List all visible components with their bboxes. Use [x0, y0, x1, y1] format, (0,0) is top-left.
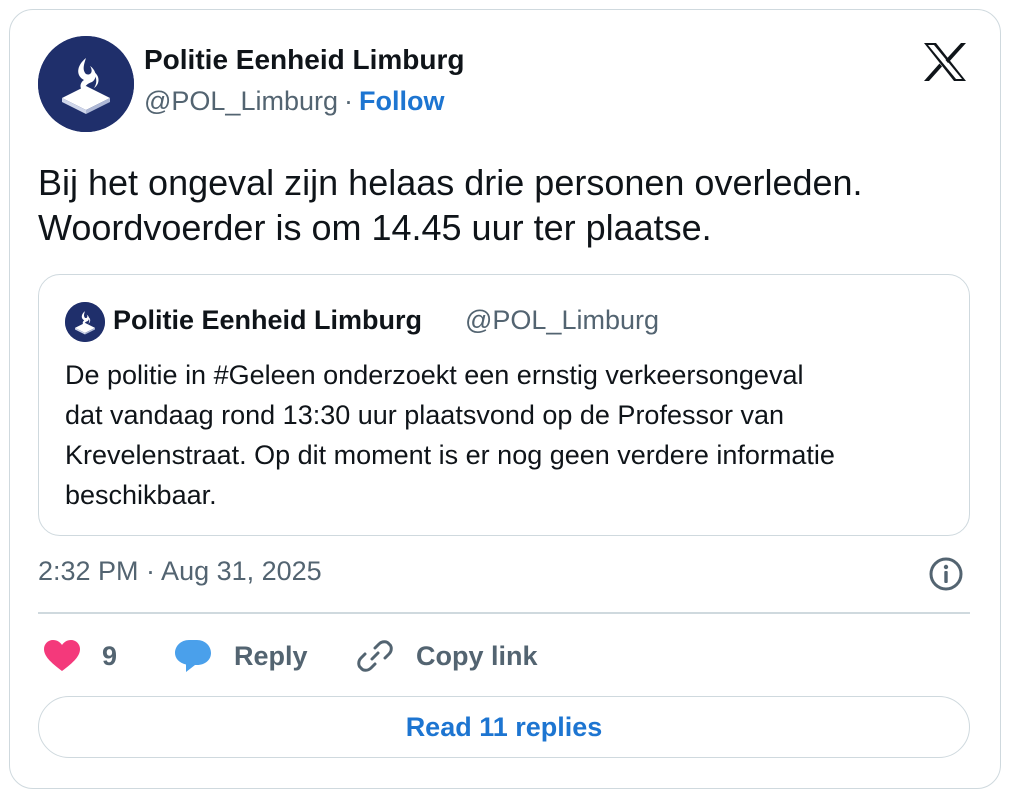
- police-logo-icon: [38, 36, 134, 132]
- quoted-text-line: Krevelenstraat. Op dit moment is er nog …: [65, 440, 835, 470]
- action-bar: 9 Reply Copy link: [38, 632, 970, 680]
- link-icon: [357, 640, 393, 672]
- like-count: 9: [102, 640, 118, 671]
- quoted-author-handle: @POL_Limburg: [465, 305, 659, 335]
- tweet-text-line: Bij het ongeval zijn helaas drie persone…: [38, 162, 863, 203]
- tweet-text-line: Woordvoerder is om 14.45 uur ter plaatse…: [38, 207, 712, 248]
- quoted-tweet[interactable]: Politie Eenheid Limburg @POL_Limburg De …: [38, 274, 970, 536]
- copy-link-button[interactable]: Copy link: [356, 632, 538, 680]
- author-avatar[interactable]: [38, 36, 134, 132]
- tweet-text: Bij het ongeval zijn helaas drie persone…: [38, 160, 968, 250]
- author-handle-row: @POL_Limburg · Follow: [144, 86, 444, 117]
- reply-label: Reply: [234, 640, 308, 671]
- quoted-text-line: dat vandaag rond 13:30 uur plaatsvond op…: [65, 400, 785, 430]
- police-logo-icon: [65, 302, 105, 342]
- tweet-timestamp[interactable]: 2:32 PM · Aug 31, 2025: [38, 556, 322, 587]
- divider: [38, 612, 970, 614]
- read-replies-button[interactable]: Read 11 replies: [38, 696, 970, 758]
- quoted-text-line: beschikbaar.: [65, 480, 217, 510]
- author-handle[interactable]: @POL_Limburg: [144, 86, 338, 116]
- copy-link-label: Copy link: [416, 640, 538, 671]
- author-name[interactable]: Politie Eenheid Limburg: [144, 44, 464, 76]
- heart-icon: [44, 640, 80, 671]
- info-icon[interactable]: [928, 556, 964, 592]
- like-button[interactable]: 9: [44, 632, 117, 680]
- quoted-tweet-text: De politie in #Geleen onderzoekt een ern…: [65, 355, 945, 515]
- quoted-author-avatar: [65, 302, 105, 342]
- follow-button[interactable]: Follow: [359, 86, 444, 116]
- separator-dot: ·: [344, 86, 353, 116]
- speech-bubble-icon: [175, 640, 211, 672]
- quoted-text-line: De politie in #Geleen onderzoekt een ern…: [65, 360, 804, 390]
- quoted-author-name: Politie Eenheid Limburg: [113, 305, 423, 335]
- reply-button[interactable]: Reply: [174, 632, 308, 680]
- x-logo-icon[interactable]: [922, 42, 968, 82]
